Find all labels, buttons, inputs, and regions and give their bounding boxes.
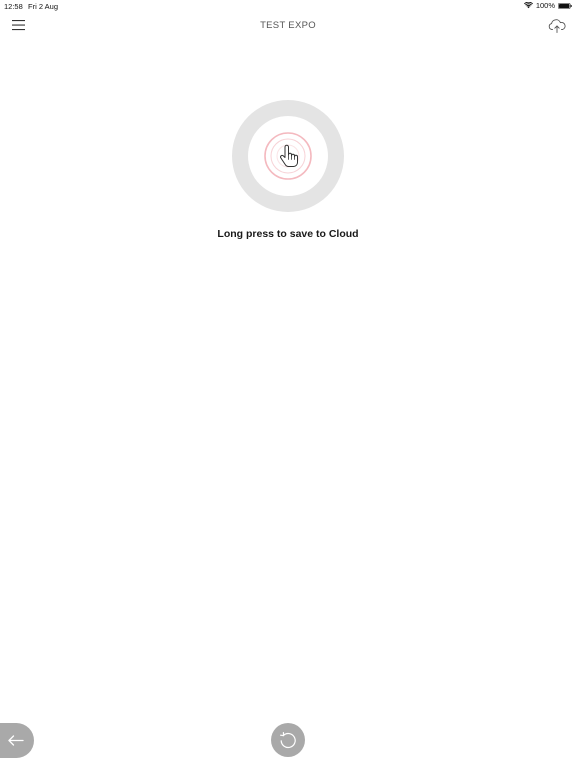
cloud-upload-icon <box>548 19 566 33</box>
status-date: Fri 2 Aug <box>28 2 59 11</box>
screen: 12:58 Fri 2 Aug 100% TEST EXPO Long pres… <box>0 0 576 768</box>
refresh-button[interactable] <box>271 723 305 757</box>
arrow-left-icon <box>8 735 24 746</box>
page-title: TEST EXPO <box>260 20 316 31</box>
refresh-icon <box>280 732 296 749</box>
cloud-upload-button[interactable] <box>548 18 566 34</box>
long-press-save-button[interactable] <box>232 100 344 212</box>
battery-percentage: 100% <box>535 1 555 10</box>
status-bar: 12:58 Fri 2 Aug 100% <box>0 0 576 12</box>
press-target-graphic <box>232 100 344 212</box>
nav-bar: TEST EXPO <box>0 14 576 38</box>
press-instruction-label: Long press to save to Cloud <box>217 228 359 240</box>
wifi-icon <box>523 2 533 9</box>
status-time: 12:58 <box>4 2 23 11</box>
back-button[interactable] <box>0 723 34 758</box>
battery-icon <box>558 2 572 9</box>
status-right: 100% <box>523 1 572 10</box>
